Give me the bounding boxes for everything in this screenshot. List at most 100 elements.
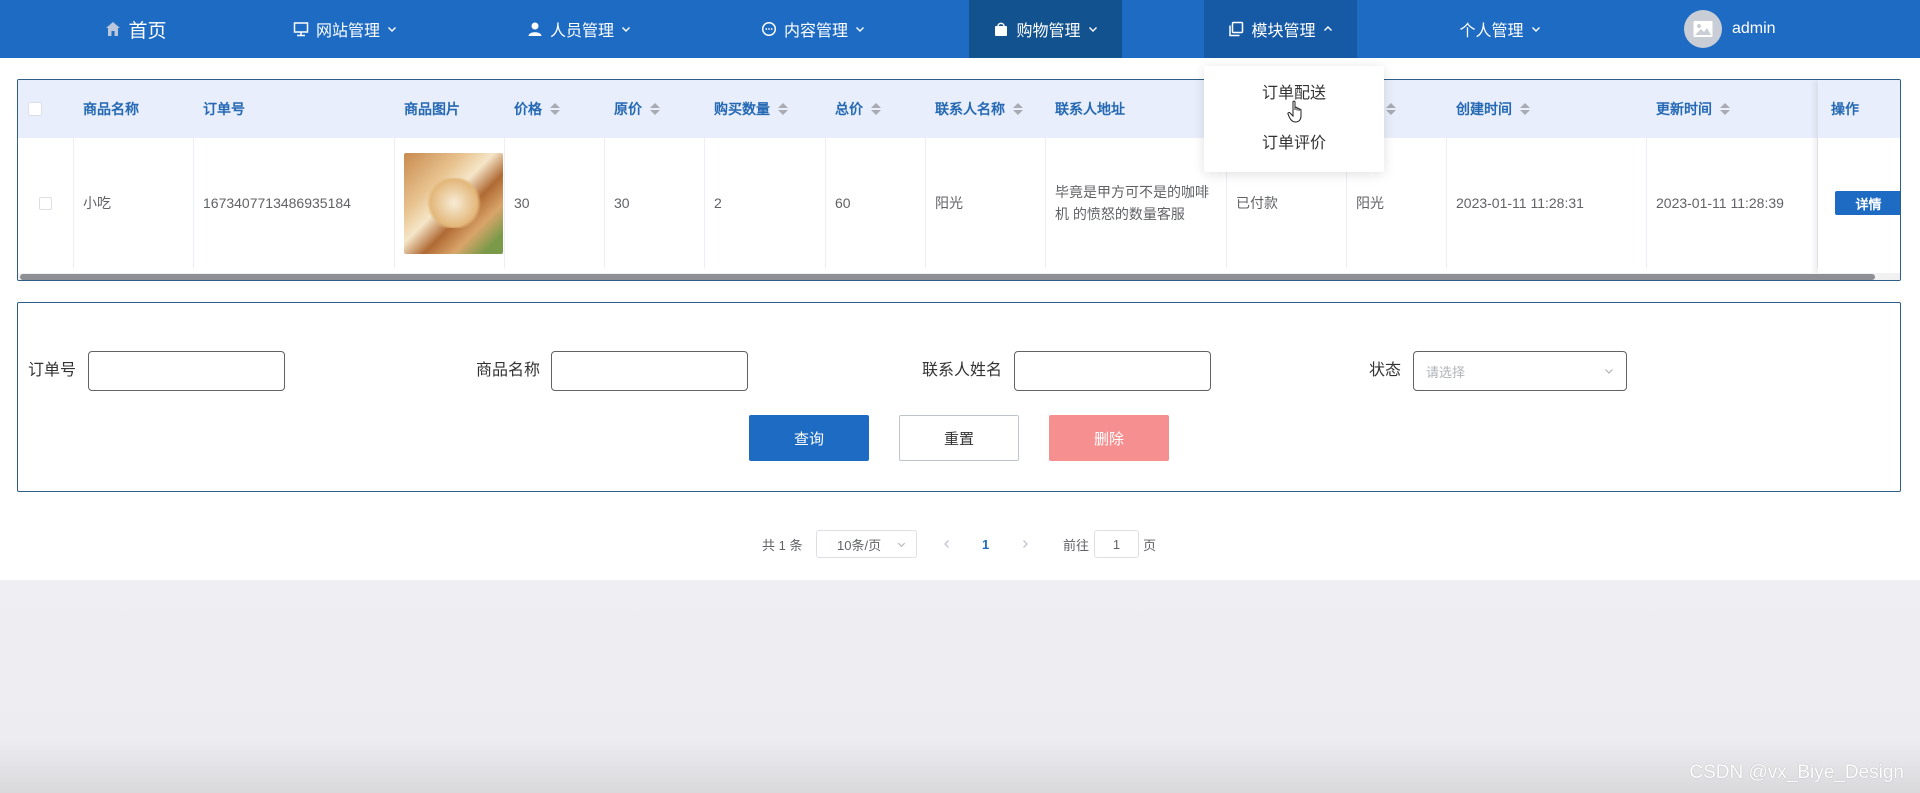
row-select[interactable] bbox=[18, 138, 74, 268]
cell-goods-name: 小吃 bbox=[74, 138, 194, 268]
header-goods-name: 商品名称 bbox=[83, 101, 139, 117]
order-no-label: 订单号 bbox=[28, 362, 77, 379]
copy-icon bbox=[1228, 21, 1244, 37]
sort-icon[interactable] bbox=[1720, 103, 1730, 115]
cell-total: 60 bbox=[826, 138, 926, 268]
header-contact-name[interactable]: 联系人名称 bbox=[935, 80, 1023, 138]
header-created[interactable]: 创建时间 bbox=[1456, 80, 1530, 138]
select-all-checkbox[interactable] bbox=[28, 102, 42, 116]
goods-thumbnail[interactable] bbox=[404, 152, 503, 254]
user-icon bbox=[527, 21, 543, 37]
scrollbar-thumb[interactable] bbox=[20, 274, 1875, 280]
nav-shopping-management[interactable]: 购物管理 bbox=[969, 0, 1122, 58]
nav-website-management-label: 网站管理 bbox=[315, 23, 380, 40]
chevron-down-icon bbox=[1604, 364, 1614, 379]
cell-orig-price: 30 bbox=[605, 138, 705, 268]
header-contact-address: 联系人地址 bbox=[1055, 101, 1125, 117]
nav-personnel-management[interactable]: 人员管理 bbox=[514, 0, 644, 58]
page-size-value: 10条/页 bbox=[837, 537, 882, 553]
chevron-left-icon bbox=[944, 540, 949, 548]
nav-personal-management[interactable]: 个人管理 bbox=[1440, 0, 1560, 58]
nav-personnel-management-label: 人员管理 bbox=[549, 23, 614, 40]
chevron-right-icon bbox=[1023, 540, 1028, 548]
status-placeholder: 请选择 bbox=[1426, 364, 1466, 380]
chevron-down-icon bbox=[1088, 24, 1098, 34]
query-button[interactable]: 查询 bbox=[749, 415, 869, 461]
detail-button[interactable]: 详情 bbox=[1835, 191, 1900, 215]
chevron-up-icon bbox=[1323, 24, 1333, 34]
nav-module-management[interactable]: 模块管理 bbox=[1204, 0, 1357, 58]
chat-icon bbox=[761, 21, 777, 37]
page-background bbox=[0, 580, 1920, 793]
contact-name-input[interactable] bbox=[1014, 351, 1211, 391]
reset-button[interactable]: 重置 bbox=[899, 415, 1019, 461]
cell-goods-image bbox=[395, 138, 505, 268]
cell-contact-address: 毕竟是甲方可不是的咖啡机 的愤怒的数量客服 bbox=[1046, 138, 1227, 268]
prev-page-button[interactable] bbox=[942, 530, 952, 558]
user-menu[interactable]: admin bbox=[1684, 0, 1776, 58]
pagination-total: 共 1 条 bbox=[762, 537, 803, 553]
sort-icon[interactable] bbox=[871, 103, 881, 115]
chevron-down-icon bbox=[621, 24, 631, 34]
sort-icon[interactable] bbox=[1520, 103, 1530, 115]
top-nav: 首页 网站管理 人员管理 内容管理 购物管理 模块管理 个人管理 admin bbox=[0, 0, 1920, 58]
monitor-icon bbox=[293, 21, 309, 37]
sort-icon[interactable] bbox=[1386, 103, 1396, 115]
cell-created: 2023-01-11 11:28:31 bbox=[1447, 138, 1647, 268]
page-suffix: 页 bbox=[1143, 537, 1157, 553]
status-select[interactable]: 请选择 bbox=[1413, 351, 1627, 391]
next-page-button[interactable] bbox=[1020, 530, 1030, 558]
nav-module-management-label: 模块管理 bbox=[1251, 23, 1316, 40]
nav-personal-management-label: 个人管理 bbox=[1459, 23, 1524, 40]
watermark: CSDN @vx_Biye_Design bbox=[1689, 762, 1904, 783]
delete-button[interactable]: 删除 bbox=[1049, 415, 1169, 461]
goto-label: 前往 bbox=[1063, 537, 1090, 553]
cell-order-no: 1673407713486935184 bbox=[194, 138, 395, 268]
menu-item-order-review[interactable]: 订单评价 bbox=[1204, 129, 1384, 159]
header-goods-image: 商品图片 bbox=[404, 101, 460, 117]
sort-icon[interactable] bbox=[550, 103, 560, 115]
nav-shopping-management-label: 购物管理 bbox=[1016, 23, 1081, 40]
cell-action: 详情 bbox=[1818, 138, 1900, 268]
header-select-all[interactable] bbox=[28, 80, 78, 138]
nav-website-management[interactable]: 网站管理 bbox=[280, 0, 410, 58]
sort-icon[interactable] bbox=[1013, 103, 1023, 115]
table-header: 商品名称 订单号 商品图片 价格 原价 购买数量 总价 联系人名称 联系人地址 … bbox=[18, 80, 1900, 138]
sort-icon[interactable] bbox=[778, 103, 788, 115]
header-orig-price[interactable]: 原价 bbox=[614, 80, 660, 138]
order-no-input[interactable] bbox=[88, 351, 285, 391]
header-action: 操作 bbox=[1831, 101, 1859, 117]
avatar[interactable] bbox=[1684, 10, 1722, 48]
header-total[interactable]: 总价 bbox=[835, 80, 881, 138]
page-size-select[interactable]: 10条/页 bbox=[816, 530, 917, 558]
search-form: 订单号 商品名称 联系人姓名 状态 请选择 查询 重置 删除 bbox=[17, 302, 1901, 492]
table-row: 小吃 1673407713486935184 30 30 2 60 阳光 毕竟是… bbox=[18, 138, 1900, 268]
nav-home[interactable]: 首页 bbox=[96, 0, 176, 58]
chevron-down-icon bbox=[855, 24, 865, 34]
table-horizontal-scrollbar[interactable] bbox=[18, 273, 1900, 280]
cell-price: 30 bbox=[505, 138, 605, 268]
chevron-down-icon bbox=[897, 537, 906, 552]
row-checkbox[interactable] bbox=[39, 196, 52, 210]
bag-icon bbox=[993, 21, 1009, 37]
goods-name-label: 商品名称 bbox=[476, 362, 541, 379]
goto-page-input[interactable] bbox=[1094, 530, 1139, 558]
status-label: 状态 bbox=[1369, 362, 1402, 379]
current-page[interactable]: 1 bbox=[982, 530, 989, 558]
nav-home-label: 首页 bbox=[128, 20, 167, 42]
order-table: 商品名称 订单号 商品图片 价格 原价 购买数量 总价 联系人名称 联系人地址 … bbox=[17, 79, 1901, 281]
header-price[interactable]: 价格 bbox=[514, 80, 560, 138]
cell-qty: 2 bbox=[705, 138, 826, 268]
goods-name-input[interactable] bbox=[551, 351, 748, 391]
header-qty[interactable]: 购买数量 bbox=[714, 80, 788, 138]
username: admin bbox=[1732, 20, 1776, 37]
chevron-down-icon bbox=[387, 24, 397, 34]
nav-content-management-label: 内容管理 bbox=[783, 23, 848, 40]
cell-updated: 2023-01-11 11:28:39 bbox=[1647, 138, 1818, 268]
sort-icon[interactable] bbox=[650, 103, 660, 115]
header-updated[interactable]: 更新时间 bbox=[1656, 80, 1730, 138]
image-icon bbox=[1693, 21, 1713, 37]
home-icon bbox=[105, 21, 121, 37]
nav-content-management[interactable]: 内容管理 bbox=[748, 0, 878, 58]
cell-contact-name: 阳光 bbox=[926, 138, 1046, 268]
